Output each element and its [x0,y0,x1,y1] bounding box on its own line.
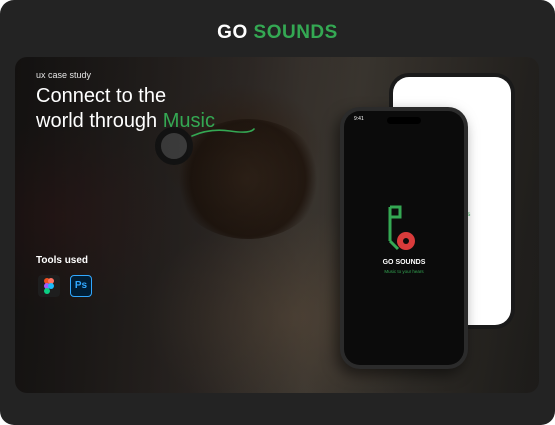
brand-accent: SOUNDS [253,22,338,43]
splash-screen: 9:41 GO SOUNDS Music to your hears [344,111,464,365]
case-study-card: GO SOUNDS ux case study Connect to the w… [0,0,555,425]
music-note-record-icon [388,205,415,251]
brand-prefix: GO [217,22,254,43]
phone-mockup-front: 9:41 GO SOUNDS Music to your hears [340,107,468,369]
status-time: 9:41 [354,116,364,122]
app-name: GO SOUNDS [382,259,426,266]
brand-logo: GO SOUNDS [0,22,555,44]
underline-swoosh-icon [191,128,255,137]
headline: Connect to the world through Music [36,84,215,134]
figma-icon [38,275,60,297]
tools-label: Tools used [36,255,89,266]
headline-line-1: Connect to the [36,85,167,107]
headline-line-2-prefix: world through [36,110,163,132]
app-tagline: Music to your hears [384,269,424,274]
headline-line-2: world through Music [36,109,215,134]
phone-notch [387,117,421,124]
eyebrow-text: ux case study [36,70,92,80]
photoshop-icon: Ps [70,275,92,297]
